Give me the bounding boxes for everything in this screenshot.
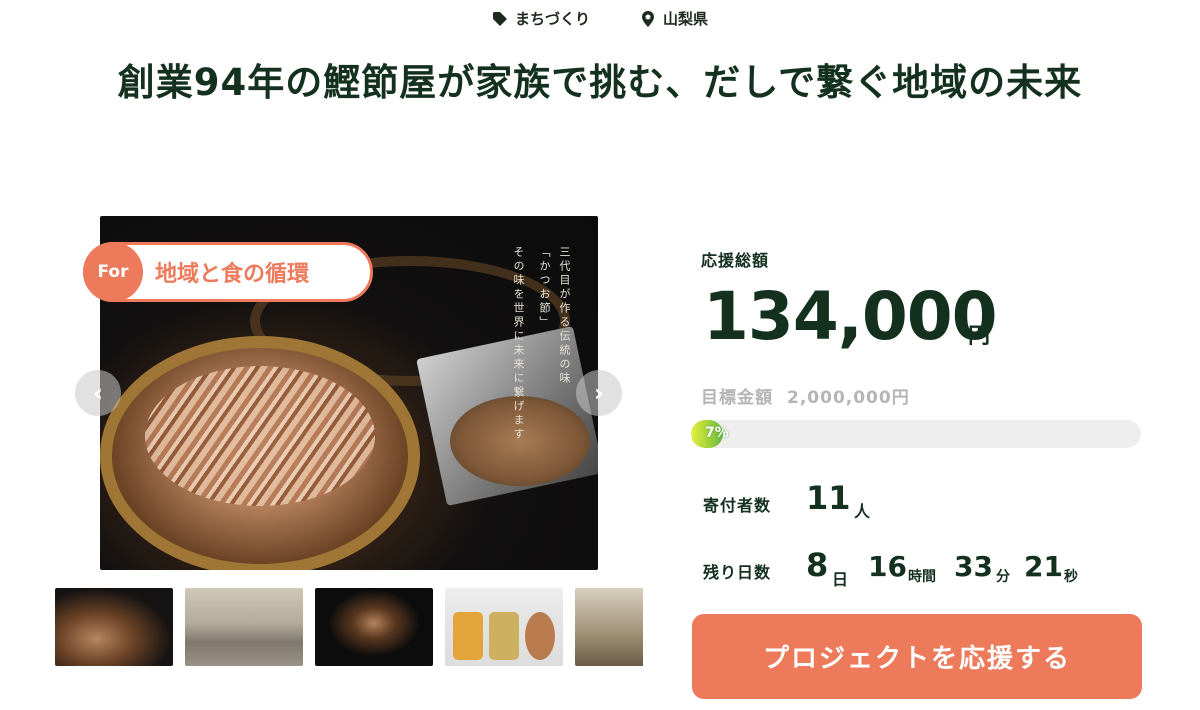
remaining-days: 8 bbox=[806, 546, 829, 584]
remaining-minutes-unit: 分 bbox=[996, 569, 1010, 585]
remaining-label: 残り日数 bbox=[703, 563, 772, 582]
chevron-left-icon: ‹ bbox=[93, 379, 103, 407]
tag-prefecture[interactable]: 山梨県 bbox=[640, 8, 708, 29]
remaining-days-unit: 日 bbox=[832, 570, 849, 589]
image-caption-1: 三代目が作る伝統の味 bbox=[558, 246, 571, 386]
image-caption-3: その味を世界に未来に繋げます bbox=[512, 246, 525, 442]
tag-list: まちづくり 山梨県 bbox=[0, 8, 1200, 29]
location-pin-icon bbox=[642, 10, 654, 27]
thumbnail-3[interactable] bbox=[315, 588, 433, 666]
image-caption-2: 「かつお節」 bbox=[538, 246, 551, 330]
tag-machizukuri[interactable]: まちづくり bbox=[492, 8, 590, 29]
carousel-prev-button[interactable]: ‹ bbox=[75, 370, 121, 416]
progress-percent: 7% bbox=[705, 425, 729, 441]
thumbnail-strip bbox=[55, 588, 643, 668]
remaining-seconds: 21 bbox=[1024, 550, 1063, 583]
carousel-next-button[interactable]: › bbox=[576, 370, 622, 416]
thumbnail-1[interactable] bbox=[55, 588, 173, 666]
support-project-button[interactable]: プロジェクトを応援する bbox=[692, 614, 1142, 699]
image-bonito-flakes bbox=[145, 366, 375, 506]
tag-label: 山梨県 bbox=[663, 10, 709, 28]
total-unit: 円 bbox=[968, 324, 991, 349]
thumbnail-fruit bbox=[525, 612, 555, 660]
supporters-label: 寄付者数 bbox=[703, 496, 772, 515]
thumbnail-jar bbox=[489, 612, 519, 660]
supporters-count: 11 bbox=[806, 479, 851, 517]
chevron-right-icon: › bbox=[594, 379, 604, 407]
remaining-minutes: 33 bbox=[954, 550, 993, 583]
thumbnail-2[interactable] bbox=[185, 588, 303, 666]
remaining-seconds-unit: 秒 bbox=[1064, 569, 1078, 585]
total-amount: 134,000 bbox=[703, 278, 998, 355]
tag-label: まちづくり bbox=[514, 10, 590, 28]
thumbnail-jar bbox=[453, 612, 483, 660]
theme-badge-text: 地域と食の循環 bbox=[155, 262, 310, 287]
remaining-hours-unit: 時間 bbox=[908, 569, 936, 585]
goal-label: 目標金額 bbox=[701, 388, 773, 408]
total-label: 応援総額 bbox=[701, 251, 770, 270]
progress-bar bbox=[691, 420, 1141, 448]
theme-badge: For 地域と食の循環 bbox=[83, 242, 373, 302]
remaining-hours: 16 bbox=[868, 550, 907, 583]
goal-value: 2,000,000円 bbox=[787, 388, 910, 408]
tag-icon bbox=[492, 11, 507, 26]
thumbnail-4[interactable] bbox=[445, 588, 563, 666]
supporters-unit: 人 bbox=[854, 502, 871, 521]
page-title: 創業94年の鰹節屋が家族で挑む、だしで繋ぐ地域の未来 bbox=[117, 61, 1083, 104]
theme-badge-prefix: For bbox=[83, 242, 143, 302]
thumbnail-5[interactable] bbox=[575, 588, 643, 666]
goal-row: 目標金額 2,000,000円 bbox=[701, 383, 910, 408]
